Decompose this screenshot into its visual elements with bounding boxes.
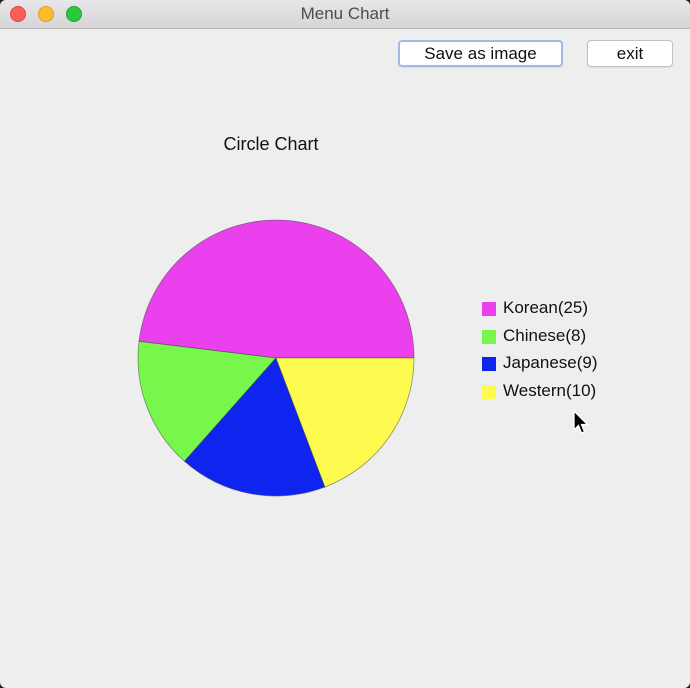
chart-title: Circle Chart: [223, 134, 319, 154]
legend-swatch: [482, 302, 496, 316]
legend-swatch: [482, 329, 496, 344]
legend-swatch: [482, 357, 496, 371]
legend-label: Chinese(8): [503, 325, 587, 345]
exit-button[interactable]: exit: [587, 40, 673, 67]
mouse-pointer-icon: [573, 410, 590, 434]
legend-label: Western(10): [503, 380, 597, 400]
title-bar: Menu Chart: [0, 0, 690, 29]
legend-label: Japanese(9): [503, 353, 598, 372]
save-as-image-button[interactable]: Save as image: [398, 40, 563, 67]
legend-swatch: [482, 384, 496, 399]
pie-slice-korean: [138, 219, 415, 359]
pie-chart: [137, 219, 415, 497]
app-window: Menu Chart Save as image exit Circle Cha…: [0, 0, 690, 688]
legend-label: Korean(25): [503, 298, 589, 317]
window-title: Menu Chart: [300, 4, 390, 23]
